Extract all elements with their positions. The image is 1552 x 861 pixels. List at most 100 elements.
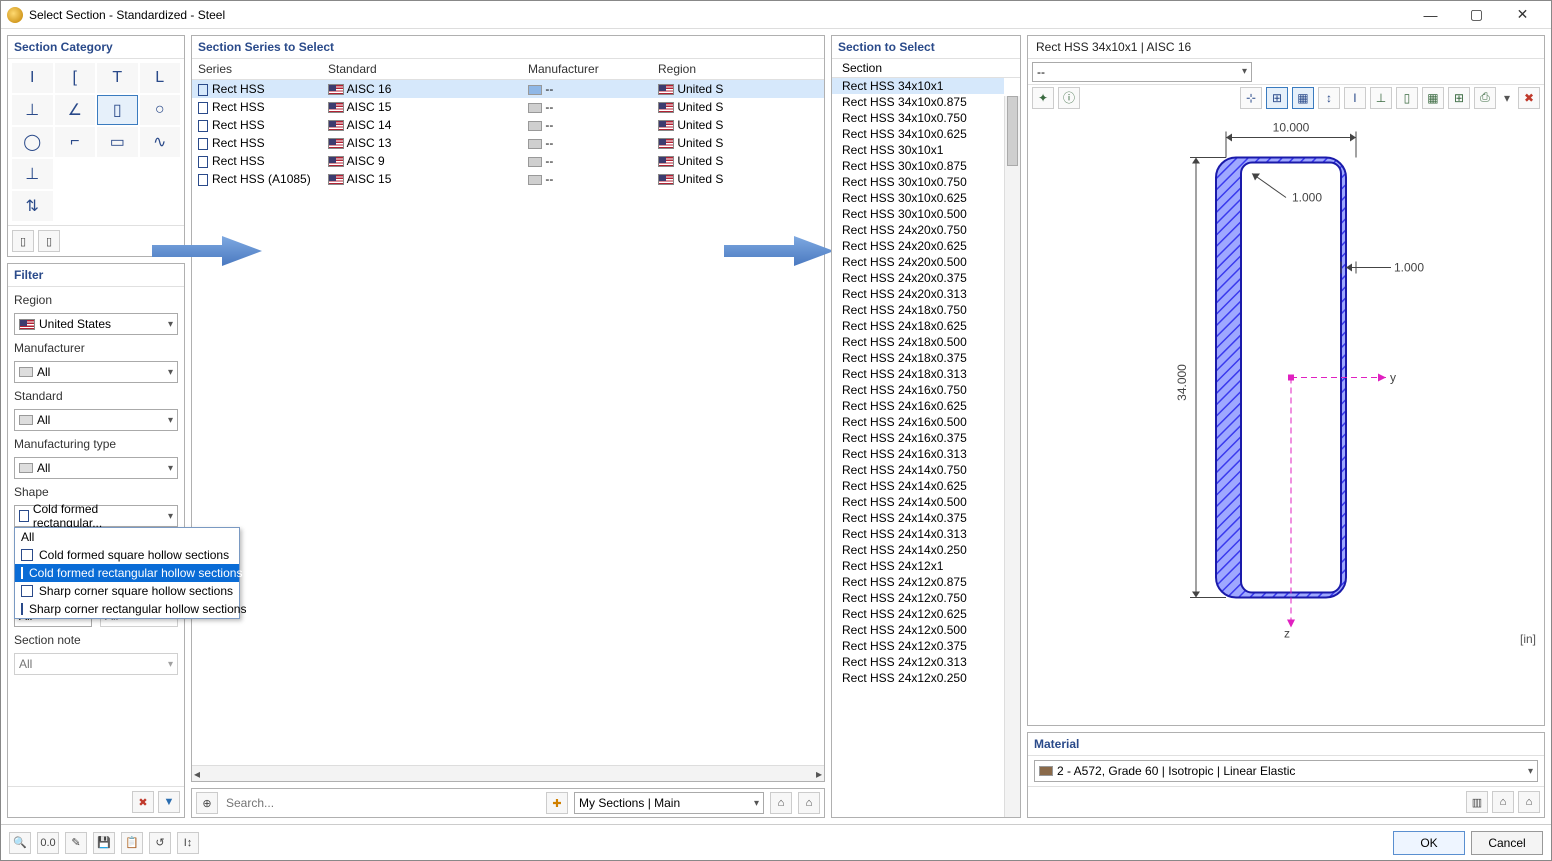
footer-tool-4[interactable]: 💾: [93, 832, 115, 854]
series-hscroll[interactable]: ◂▸: [192, 765, 824, 781]
section-item[interactable]: Rect HSS 24x20x0.625: [832, 238, 1004, 254]
material-combo[interactable]: 2 - A572, Grade 60 | Isotropic | Linear …: [1034, 760, 1538, 782]
section-item[interactable]: Rect HSS 24x16x0.313: [832, 446, 1004, 462]
shape-option[interactable]: Cold formed square hollow sections: [15, 546, 239, 564]
section-item[interactable]: Rect HSS 24x14x0.500: [832, 494, 1004, 510]
category-icon-8[interactable]: ◯: [12, 127, 53, 157]
section-item[interactable]: Rect HSS 24x12x0.250: [832, 670, 1004, 686]
mysections-tool-2[interactable]: ⌂: [798, 792, 820, 814]
manuf-type-combo[interactable]: All▾: [14, 457, 178, 479]
section-item[interactable]: Rect HSS 24x18x0.313: [832, 366, 1004, 382]
category-icon-2[interactable]: T: [97, 63, 138, 93]
category-icon-3[interactable]: L: [140, 63, 181, 93]
category-icon-9[interactable]: ⌐: [55, 127, 96, 157]
shape-option[interactable]: Sharp corner rectangular hollow sections: [15, 600, 239, 618]
col-series[interactable]: Series: [192, 59, 322, 80]
section-item[interactable]: Rect HSS 24x18x0.750: [832, 302, 1004, 318]
section-item[interactable]: Rect HSS 24x12x0.625: [832, 606, 1004, 622]
section-item[interactable]: Rect HSS 24x20x0.313: [832, 286, 1004, 302]
standard-combo[interactable]: All▾: [14, 409, 178, 431]
section-item[interactable]: Rect HSS 30x10x1: [832, 142, 1004, 158]
category-tool-2[interactable]: ▯: [38, 230, 60, 252]
section-header[interactable]: Section: [832, 59, 1020, 78]
footer-tool-5[interactable]: 📋: [121, 832, 143, 854]
minimize-button[interactable]: ―: [1408, 2, 1453, 28]
series-row[interactable]: Rect HSS AISC 15 -- United S: [192, 98, 824, 116]
section-item[interactable]: Rect HSS 24x14x0.625: [832, 478, 1004, 494]
shape-option[interactable]: Sharp corner square hollow sections: [15, 582, 239, 600]
section-item[interactable]: Rect HSS 24x16x0.750: [832, 382, 1004, 398]
section-item[interactable]: Rect HSS 24x12x0.750: [832, 590, 1004, 606]
shape-option[interactable]: All: [15, 528, 239, 546]
section-item[interactable]: Rect HSS 30x10x0.500: [832, 206, 1004, 222]
category-icon-5[interactable]: ∠: [55, 95, 96, 125]
material-new-button[interactable]: ⌂: [1492, 791, 1514, 813]
manufacturer-combo[interactable]: All▾: [14, 361, 178, 383]
section-item[interactable]: Rect HSS 30x10x0.750: [832, 174, 1004, 190]
my-sections-combo[interactable]: My Sections | Main▾: [574, 792, 764, 814]
close-button[interactable]: ✕: [1500, 2, 1545, 28]
col-standard[interactable]: Standard: [322, 59, 522, 80]
search-input[interactable]: [224, 793, 540, 813]
section-item[interactable]: Rect HSS 24x20x0.750: [832, 222, 1004, 238]
footer-tool-2[interactable]: 0.0: [37, 832, 59, 854]
category-icon-11[interactable]: ∿: [140, 127, 181, 157]
series-row[interactable]: Rect HSS AISC 9 -- United S: [192, 152, 824, 170]
series-row[interactable]: Rect HSS AISC 14 -- United S: [192, 116, 824, 134]
shape-option[interactable]: Cold formed rectangular hollow sections: [15, 564, 239, 582]
section-item[interactable]: Rect HSS 24x18x0.375: [832, 350, 1004, 366]
section-item[interactable]: Rect HSS 24x12x1: [832, 558, 1004, 574]
col-region[interactable]: Region: [652, 59, 824, 80]
maximize-button[interactable]: ▢: [1454, 2, 1499, 28]
category-icon-1[interactable]: [: [55, 63, 96, 93]
section-item[interactable]: Rect HSS 30x10x0.875: [832, 158, 1004, 174]
category-icon-12[interactable]: ⊥: [12, 159, 53, 189]
shape-combo[interactable]: Cold formed rectangular...▾: [14, 505, 178, 527]
series-row[interactable]: Rect HSS AISC 13 -- United S: [192, 134, 824, 152]
section-item[interactable]: Rect HSS 24x12x0.500: [832, 622, 1004, 638]
section-item[interactable]: Rect HSS 24x14x0.375: [832, 510, 1004, 526]
section-item[interactable]: Rect HSS 34x10x0.750: [832, 110, 1004, 126]
section-item[interactable]: Rect HSS 24x14x0.313: [832, 526, 1004, 542]
section-list-scrollbar[interactable]: [1004, 96, 1020, 817]
category-tool-1[interactable]: ▯: [12, 230, 34, 252]
section-item[interactable]: Rect HSS 34x10x0.625: [832, 126, 1004, 142]
category-icon-0[interactable]: I: [12, 63, 53, 93]
mysections-tool-1[interactable]: ⌂: [770, 792, 792, 814]
section-item[interactable]: Rect HSS 24x18x0.625: [832, 318, 1004, 334]
col-manufacturer[interactable]: Manufacturer: [522, 59, 652, 80]
section-item[interactable]: Rect HSS 24x16x0.625: [832, 398, 1004, 414]
region-combo[interactable]: United States▾: [14, 313, 178, 335]
ok-button[interactable]: OK: [1393, 831, 1465, 855]
category-icon-10[interactable]: ▭: [97, 127, 138, 157]
apply-filter-button[interactable]: ▼: [158, 791, 180, 813]
section-item[interactable]: Rect HSS 34x10x1: [832, 78, 1004, 94]
footer-tool-6[interactable]: ↺: [149, 832, 171, 854]
section-item[interactable]: Rect HSS 24x12x0.875: [832, 574, 1004, 590]
cancel-button[interactable]: Cancel: [1471, 831, 1543, 855]
category-icon-7[interactable]: ○: [140, 95, 181, 125]
section-note-combo[interactable]: All▾: [14, 653, 178, 675]
section-item[interactable]: Rect HSS 24x14x0.750: [832, 462, 1004, 478]
section-item[interactable]: Rect HSS 24x12x0.375: [832, 638, 1004, 654]
section-item[interactable]: Rect HSS 24x20x0.500: [832, 254, 1004, 270]
footer-tool-3[interactable]: ✎: [65, 832, 87, 854]
category-icon-4[interactable]: ⊥: [12, 95, 53, 125]
add-to-mysections-button[interactable]: ✚: [546, 792, 568, 814]
series-row[interactable]: Rect HSS AISC 16 -- United S: [192, 80, 824, 99]
material-lib-button[interactable]: ▥: [1466, 791, 1488, 813]
section-item[interactable]: Rect HSS 24x16x0.500: [832, 414, 1004, 430]
section-item[interactable]: Rect HSS 24x20x0.375: [832, 270, 1004, 286]
footer-tool-1[interactable]: 🔍: [9, 832, 31, 854]
section-item[interactable]: Rect HSS 34x10x0.875: [832, 94, 1004, 110]
section-item[interactable]: Rect HSS 30x10x0.625: [832, 190, 1004, 206]
material-edit-button[interactable]: ⌂: [1518, 791, 1540, 813]
search-pick-button[interactable]: ⊕: [196, 792, 218, 814]
category-icon-13[interactable]: ⇅: [12, 191, 53, 221]
section-item[interactable]: Rect HSS 24x12x0.313: [832, 654, 1004, 670]
clear-filter-button[interactable]: ✖: [132, 791, 154, 813]
footer-tool-7[interactable]: I↕: [177, 832, 199, 854]
series-row[interactable]: Rect HSS (A1085) AISC 15 -- United S: [192, 170, 824, 188]
category-icon-6[interactable]: ▯: [97, 95, 138, 125]
section-item[interactable]: Rect HSS 24x16x0.375: [832, 430, 1004, 446]
